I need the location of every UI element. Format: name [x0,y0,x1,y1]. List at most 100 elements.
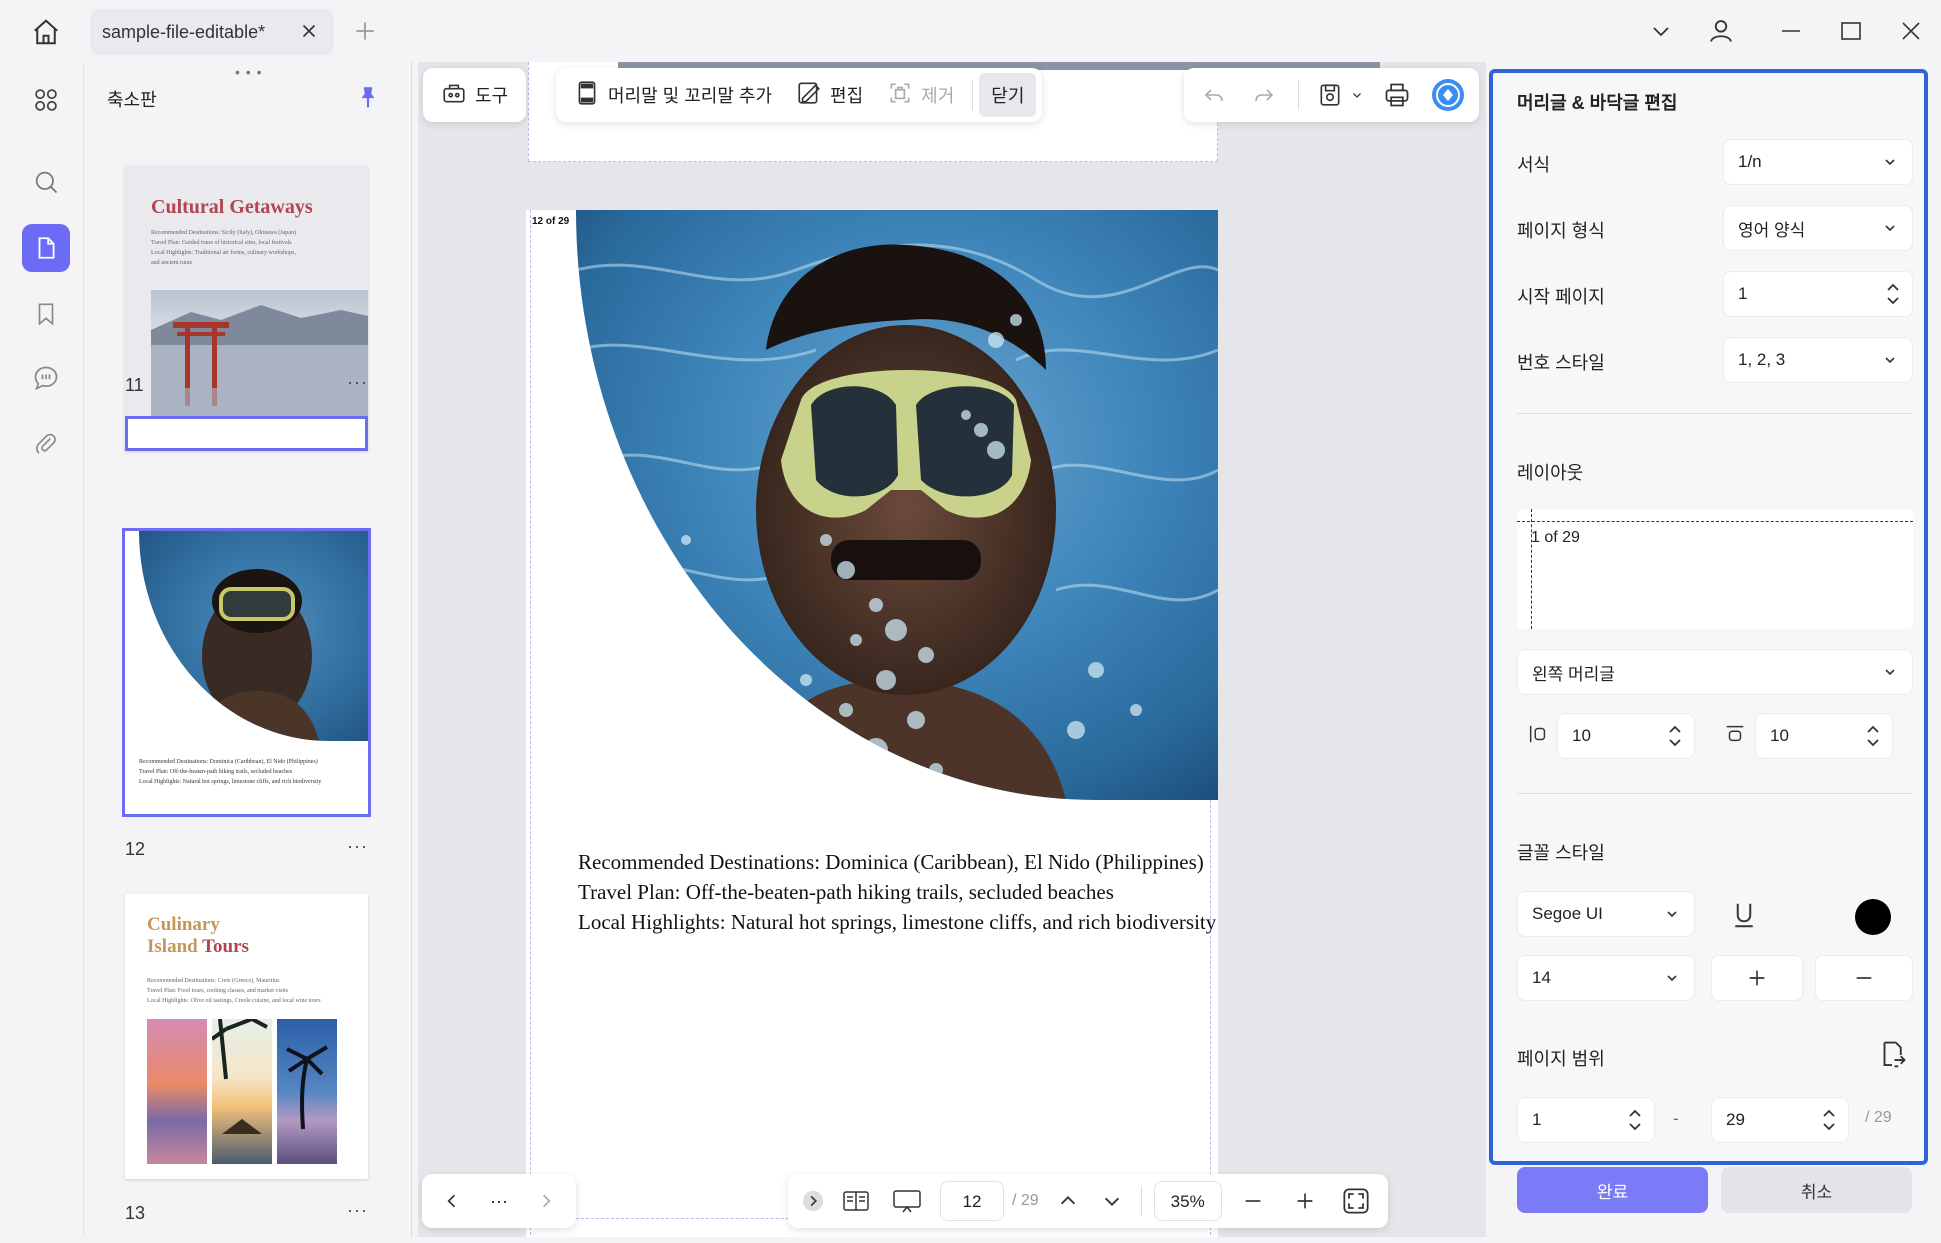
tools-label: 도구 [475,86,509,106]
range-from-stepper[interactable]: 1 [1517,1097,1655,1143]
layout-preview[interactable]: 1 of 29 [1517,509,1913,629]
thumbnail-page-13[interactable]: Culinary Island Tours Recommended Destin… [125,894,368,1179]
chevron-down-icon [1885,357,1895,364]
thumbnail-13-title: Culinary Island Tours [147,914,249,957]
organize-pages-icon[interactable] [22,76,70,124]
thumbnail-panel: • • • 축소판 Cultural Getaways Recommended … [85,62,412,1237]
page-format-select[interactable]: 영어 양식 [1723,205,1913,251]
undo-icon[interactable] [1192,73,1236,117]
format-select[interactable]: 1/n [1723,139,1913,185]
pin-icon[interactable] [355,84,381,110]
spinner-arrows-icon [1629,1109,1641,1131]
left-margin-stepper[interactable]: 10 [1557,713,1695,759]
thumbnail-panel-title: 축소판 [107,90,157,110]
previous-page-icon[interactable] [430,1179,474,1223]
remove-icon [887,80,913,111]
start-page-stepper[interactable]: 1 [1723,271,1913,317]
page-header-label[interactable]: 12 of 29 [532,216,569,227]
header-footer-panel: 머리글 & 바닥글 편집 서식 1/n 페이지 형식 영어 양식 시작 페이지 … [1489,69,1928,1165]
comment-icon[interactable] [22,354,70,402]
underline-icon[interactable] [1729,899,1763,933]
font-size-select[interactable]: 14 [1517,955,1695,1001]
bookmark-icon[interactable] [22,290,70,338]
cancel-button[interactable]: 취소 [1721,1167,1912,1213]
thumbnail-12-number: 12 [125,839,146,859]
close-window-icon[interactable] [1896,16,1926,46]
minus-icon [1856,977,1872,979]
header-footer-icon [574,80,600,111]
position-select[interactable]: 왼쪽 머리글 [1517,649,1913,695]
edit-button[interactable]: 편집 [784,73,875,117]
remove-button[interactable]: 제거 [875,73,966,117]
title-bar: sample-file-editable* [0,0,1941,60]
tools-button[interactable]: 도구 [429,73,520,117]
current-page-field[interactable]: 12 [940,1181,1004,1221]
number-style-select[interactable]: 1, 2, 3 [1723,337,1913,383]
top-margin-stepper[interactable]: 10 [1755,713,1893,759]
thumbnail-11-more-button[interactable]: ··· [347,372,368,393]
page-layout-icon[interactable] [832,1179,880,1223]
fit-page-icon[interactable] [1332,1179,1380,1223]
print-icon[interactable] [1375,73,1419,117]
thumbnail-page-11[interactable]: Cultural Getaways Recommended Destinatio… [125,166,368,451]
layout-label: 레이아웃 [1517,463,1584,483]
document-tab[interactable]: sample-file-editable* [90,9,334,55]
number-style-value: 1, 2, 3 [1738,350,1786,369]
maximize-icon[interactable] [1836,16,1866,46]
current-page[interactable]: 12 of 29 Recommended Destinations: Domin… [526,210,1218,1237]
minimize-icon[interactable] [1776,16,1806,46]
header-footer-toolbar: 머리말 및 꼬리말 추가 편집 제거 닫기 [556,68,1043,122]
zoom-in-icon[interactable] [1280,1179,1330,1223]
range-from-value: 1 [1532,1110,1542,1129]
thumbnail-11-selection-edge [125,416,368,451]
panel-grip-icon[interactable]: • • • [235,64,262,80]
toolbox-icon [441,80,467,111]
increase-font-size-button[interactable] [1711,955,1803,1001]
page-down-icon[interactable] [1091,1179,1133,1223]
home-icon[interactable] [28,14,64,50]
account-icon[interactable] [1706,16,1736,46]
thumbnails-icon[interactable] [22,224,70,272]
text-color-swatch[interactable] [1855,899,1891,935]
page-margin-guide-right [1210,800,1211,1237]
thumbnail-11-number: 11 [125,375,144,395]
document-tab-title: sample-file-editable* [102,21,266,42]
ai-assistant-icon[interactable] [1425,73,1471,117]
next-page-icon[interactable] [524,1179,568,1223]
done-button[interactable]: 완료 [1517,1167,1708,1213]
font-family-select[interactable]: Segoe UI [1517,891,1695,937]
page-range-settings-icon[interactable] [1877,1039,1907,1076]
add-header-footer-button[interactable]: 머리말 및 꼬리말 추가 [562,73,784,117]
range-to-stepper[interactable]: 29 [1711,1097,1849,1143]
edit-label: 편집 [830,86,864,106]
redo-icon[interactable] [1242,73,1286,117]
decrease-font-size-button[interactable] [1815,955,1913,1001]
save-icon[interactable] [1311,73,1369,117]
edit-icon [796,80,822,111]
thumbnail-13-more-button[interactable]: ··· [347,1200,368,1221]
page-up-icon[interactable] [1047,1179,1089,1223]
zoom-input[interactable]: 35% [1150,1179,1226,1223]
thumbnail-12-more-button[interactable]: ··· [347,836,368,857]
chevron-down-icon[interactable] [1646,16,1676,46]
attachment-icon[interactable] [22,420,70,468]
presentation-icon[interactable] [882,1179,932,1223]
page-format-label: 페이지 형식 [1517,221,1605,241]
left-rail [10,62,84,1237]
chevron-down-icon [1885,225,1895,232]
close-button[interactable]: 닫기 [979,73,1037,117]
document-canvas[interactable]: 12 of 29 Recommended Destinations: Domin… [418,62,1486,1237]
thumbnail-page-12[interactable]: Recommended Destinations: Dominica (Cari… [122,528,371,817]
page-number-input[interactable]: 12 / 29 [934,1179,1045,1223]
new-tab-icon[interactable] [352,18,378,44]
expand-toolbar-icon[interactable] [796,1179,830,1223]
more-options-button[interactable]: ··· [478,1179,520,1223]
search-icon[interactable] [22,158,70,206]
thumbnail-13-number: 13 [125,1203,146,1223]
start-page-label: 시작 페이지 [1517,287,1605,307]
zoom-level-field[interactable]: 35% [1153,1181,1222,1221]
close-tab-icon[interactable] [298,20,320,42]
zoom-out-icon[interactable] [1228,1179,1278,1223]
tools-toolbar: 도구 [423,68,527,122]
spinner-arrows-icon [1887,283,1899,305]
